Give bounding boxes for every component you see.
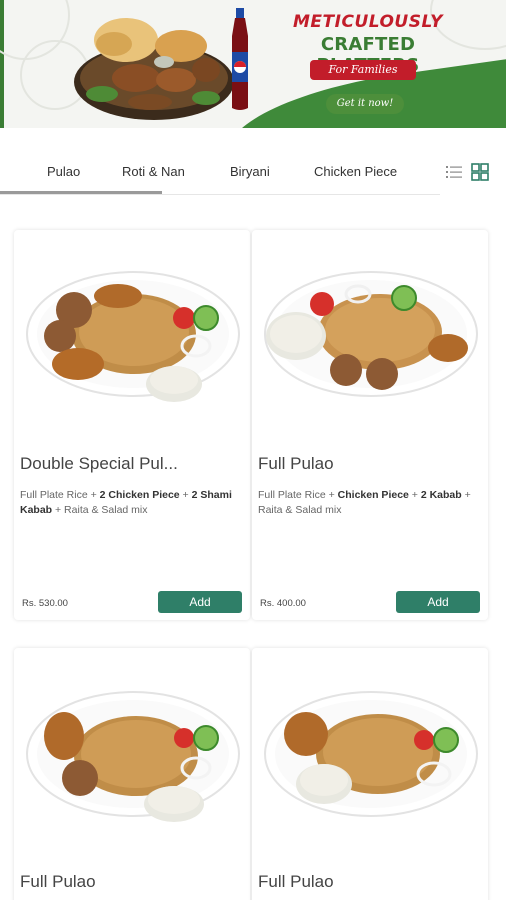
platter-image [74, 18, 234, 120]
product-title[interactable]: Full Pulao [258, 454, 480, 474]
product-card[interactable]: Full Pulao Full Plate Rice + Chicken Pie… [252, 230, 488, 620]
product-title[interactable]: Double Special Pul... [20, 454, 242, 474]
tab-biryani[interactable]: Biryani [230, 164, 270, 179]
category-tabs: Pulao Roti & Nan Biryani Chicken Piece [0, 150, 506, 196]
soda-bottle-image [232, 8, 248, 110]
tab-roti-nan[interactable]: Roti & Nan [122, 164, 185, 179]
dish-image [26, 271, 240, 402]
product-title[interactable]: Full Pulao [258, 872, 480, 892]
tab-chicken-piece[interactable]: Chicken Piece [314, 164, 397, 179]
desc-text: + Raita & Salad mix [52, 504, 148, 516]
desc-highlight: 2 Chicken Piece [99, 489, 180, 501]
banner-headline-1: METICULOUSLY [293, 12, 443, 32]
product-description: Full Plate Rice + Chicken Piece + 2 Kaba… [258, 488, 472, 518]
tab-pulao[interactable]: Pulao [47, 164, 80, 179]
product-card[interactable]: Double Special Pul... Full Plate Rice + … [14, 230, 250, 620]
product-description: Full Plate Rice + 2 Chicken Piece + 2 Sh… [20, 488, 234, 518]
desc-text: + [408, 489, 421, 501]
add-to-cart-button[interactable]: Add [396, 591, 480, 613]
product-title[interactable]: Full Pulao [20, 872, 242, 892]
product-price: Rs. 400.00 [260, 598, 306, 609]
tabs-divider [0, 194, 440, 195]
desc-text: + [179, 489, 192, 501]
product-price: Rs. 530.00 [22, 598, 68, 609]
grid-view-icon[interactable] [471, 163, 489, 181]
banner-cta-button[interactable]: Get it now! [326, 94, 404, 114]
desc-highlight: Chicken Piece [337, 489, 409, 501]
desc-text: Full Plate Rice + [20, 489, 100, 501]
product-card[interactable]: Full Pulao [14, 648, 250, 900]
desc-highlight: 2 Kabab [420, 489, 462, 501]
list-view-icon[interactable] [445, 163, 463, 181]
product-card[interactable]: Full Pulao [252, 648, 488, 900]
banner-tagline: For Families [310, 60, 416, 80]
add-to-cart-button[interactable]: Add [158, 591, 242, 613]
promo-banner[interactable]: METICULOUSLY CRAFTED PLATTERS For Famili… [0, 0, 506, 128]
dish-image [26, 691, 240, 822]
desc-text: Full Plate Rice + [258, 489, 338, 501]
dish-image [264, 691, 478, 817]
dish-image [264, 271, 478, 397]
